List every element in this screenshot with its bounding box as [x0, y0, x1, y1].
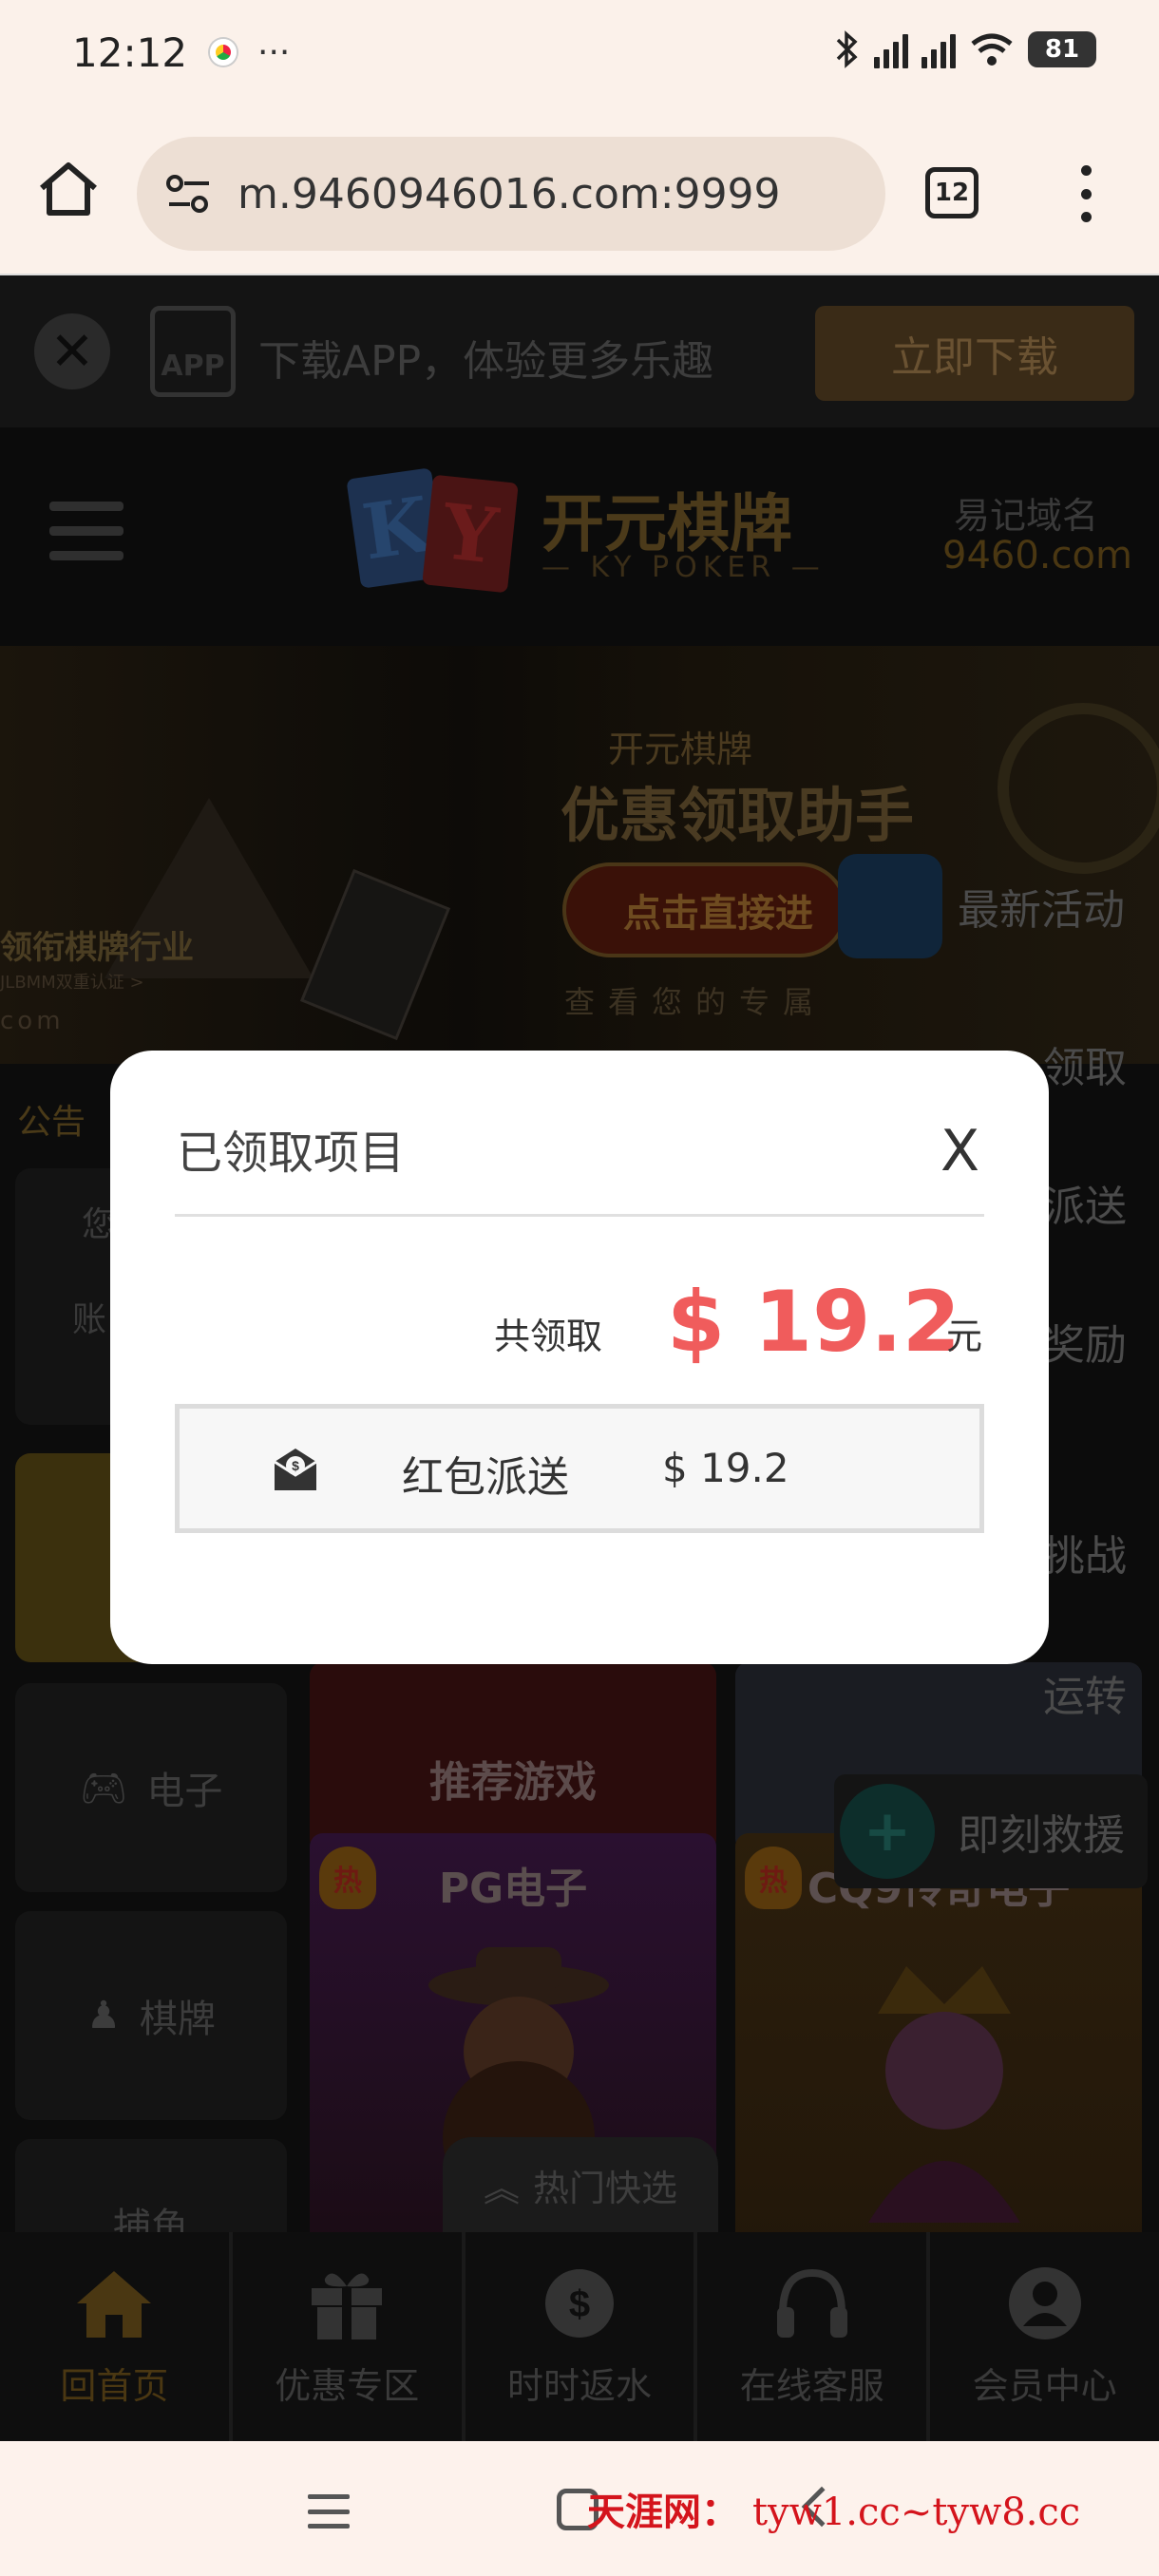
first-aid-icon: +: [840, 1784, 935, 1879]
nav-promotions[interactable]: 优惠专区: [233, 2232, 466, 2441]
dollar-badge-icon: $: [544, 2268, 614, 2338]
site-settings-icon[interactable]: [162, 170, 218, 218]
site-header: K Y 开元棋牌 — KY POKER — 易记域名 9460.com: [0, 427, 1159, 646]
download-banner-text: 下载APP，体验更多乐趣: [258, 337, 714, 386]
wifi-icon: [971, 33, 1013, 66]
domain-value: 9460.com: [942, 534, 1132, 578]
address-bar[interactable]: m.9460946016.com:9999: [137, 137, 885, 251]
item-name: 红包派送: [402, 1453, 569, 1502]
battery-icon: 81: [1028, 31, 1096, 67]
hamburger-menu-icon[interactable]: [49, 502, 124, 560]
category-chess[interactable]: ♟ 棋牌: [15, 1911, 287, 2120]
recent-apps-icon[interactable]: [308, 2494, 350, 2529]
float-latest-activity[interactable]: 最新活动: [834, 849, 1148, 963]
float-rescue[interactable]: + 即刻救援: [834, 1774, 1148, 1888]
chevron-up-icon: ︽: [483, 2167, 520, 2209]
tab-switcher-button[interactable]: 12: [925, 167, 978, 218]
gift-icon: [312, 2273, 383, 2339]
status-time: 12:12: [72, 28, 188, 76]
total-amount: $ 19.2: [667, 1273, 960, 1371]
headset-icon: [776, 2268, 847, 2338]
total-label: 共领取: [494, 1316, 603, 1357]
ky-logo: K Y: [346, 465, 519, 598]
browser-menu-icon[interactable]: [1079, 165, 1092, 222]
playing-card-graphic: [299, 868, 451, 1041]
svg-text:$: $: [292, 1458, 299, 1473]
claimed-item-row: $ 红包派送 $ 19.2: [175, 1404, 984, 1533]
signal-1-icon: [874, 30, 908, 68]
more-notifications-icon: ···: [257, 32, 291, 72]
coin-graphic: [998, 703, 1159, 874]
watermark: 天涯网： tyw1.cc~tyw8.cc: [587, 2490, 1081, 2534]
nav-home[interactable]: 回首页: [0, 2232, 233, 2441]
download-banner: ✕ APP 下载APP，体验更多乐趣 立即下载: [0, 275, 1159, 427]
total-unit: 元: [946, 1316, 983, 1357]
browser-toolbar: m.9460946016.com:9999 12: [0, 104, 1159, 275]
dialog-title: 已领取项目: [177, 1127, 406, 1180]
item-amount: $ 19.2: [662, 1445, 789, 1491]
bluetooth-icon: [836, 30, 858, 68]
queen-character: [868, 1966, 1020, 2223]
bottom-navigation: 回首页 优惠专区 $ 时时返水 在线客服 会员中心: [0, 2232, 1159, 2441]
domain-label: 易记域名: [954, 495, 1099, 537]
notice-label: 公告: [17, 1103, 86, 1142]
user-icon: [1008, 2266, 1081, 2339]
app-file-icon: APP: [150, 306, 236, 397]
nav-member[interactable]: 会员中心: [930, 2232, 1159, 2441]
status-icons: 81: [832, 28, 1096, 70]
home-icon: [77, 2270, 152, 2338]
close-icon[interactable]: ✕: [34, 313, 110, 389]
signal-2-icon: [922, 30, 956, 68]
chrome-icon: [210, 39, 238, 66]
nav-support[interactable]: 在线客服: [697, 2232, 931, 2441]
chess-piece-icon: ♟: [86, 1994, 121, 2037]
dialog-close-button[interactable]: X: [940, 1123, 979, 1180]
home-icon[interactable]: [36, 160, 101, 218]
recommend-games-tile[interactable]: 推荐游戏: [310, 1662, 716, 1852]
hot-quick-select-button[interactable]: ︽ 热门快选: [443, 2137, 718, 2232]
claimed-items-dialog: 已领取项目 X 共领取 $ 19.2 元 $ 红包派送 $ 19.2: [110, 1051, 1049, 1664]
svg-text:$: $: [569, 2283, 590, 2325]
category-slots[interactable]: 🎮︎ 电子: [15, 1683, 287, 1892]
cq9-slots-tile[interactable]: 热 CQ9传奇电子: [735, 1833, 1142, 2251]
logo-subtitle: — KY POKER —: [542, 551, 826, 584]
nav-rebate[interactable]: $ 时时返水: [466, 2232, 698, 2441]
banner-enter-button[interactable]: 点击直接进: [562, 862, 847, 957]
download-now-button[interactable]: 立即下载: [815, 306, 1134, 401]
url-text: m.9460946016.com:9999: [238, 169, 781, 218]
activity-badge-icon: [838, 854, 942, 958]
screen: 12:12 ··· 81 m.9460946016.com:9999 12 ✕ …: [0, 0, 1159, 2576]
gamepad-icon: 🎮︎: [79, 1766, 128, 1810]
divider: [175, 1214, 984, 1217]
status-bar: 12:12 ··· 81: [0, 0, 1159, 104]
red-envelope-icon: $: [274, 1449, 317, 1490]
